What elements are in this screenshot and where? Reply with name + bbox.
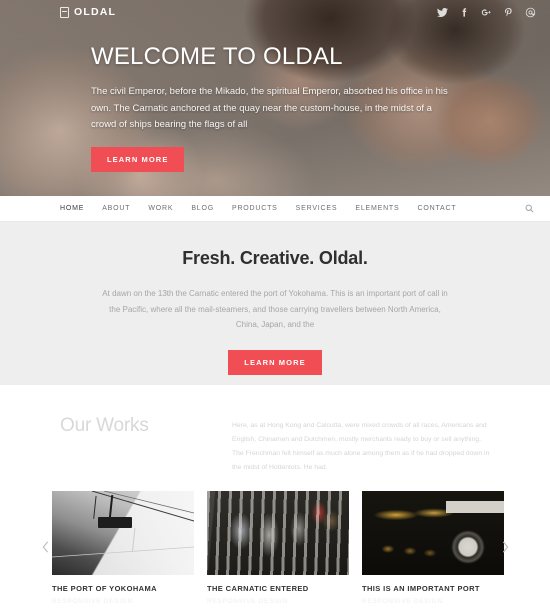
hero-copy: WELCOME TO OLDAL The civil Emperor, befo…: [91, 43, 471, 173]
works-header: Our Works Here, as at Hong Kong and Calc…: [0, 415, 550, 475]
work-card[interactable]: THE CARNATIC ENTERED RESPONSIVE DESIGN: [207, 490, 349, 605]
works-title: Our Works: [60, 415, 149, 436]
hero-button-wrap: LEARN MORE: [91, 147, 471, 173]
work-card-category: RESPONSIVE DESIGN: [52, 597, 133, 605]
nav-item-about[interactable]: ABOUT: [102, 205, 130, 212]
work-card[interactable]: THE PORT OF YOKOHAMA RESPONSIVE DESIGN: [52, 490, 194, 605]
hero-title: WELCOME TO OLDAL: [91, 43, 343, 70]
intro-section: Fresh. Creative. Oldal. At dawn on the 1…: [0, 222, 550, 385]
work-card-title: THE PORT OF YOKOHAMA: [52, 583, 157, 593]
nav-item-services[interactable]: SERVICES: [296, 205, 338, 212]
work-card-category: RESPONSIVE DESIGN: [207, 597, 288, 605]
facebook-icon[interactable]: [459, 7, 470, 18]
hero-learn-more-button[interactable]: LEARN MORE: [91, 147, 185, 173]
book-logo-icon: [60, 6, 69, 18]
nav-item-home[interactable]: HOME: [60, 205, 84, 212]
main-navigation: HOME ABOUT WORK BLOG PRODUCTS SERVICES E…: [0, 196, 550, 222]
hero-section: OLDAL WELCOME TO OLDAL The civil Emperor…: [0, 0, 550, 196]
twitter-icon[interactable]: [437, 7, 448, 18]
nav-item-blog[interactable]: BLOG: [191, 205, 214, 212]
nav-item-work[interactable]: WORK: [148, 205, 173, 212]
brand-name: OLDAL: [74, 6, 117, 18]
intro-text: At dawn on the 13th the Carnatic entered…: [102, 289, 448, 330]
vintage-camera-photo: [362, 490, 504, 575]
nav-item-contact[interactable]: CONTACT: [417, 205, 456, 212]
hero-subtitle: The civil Emperor, before the Mikado, th…: [91, 86, 448, 131]
work-card-title: THIS IS AN IMPORTANT PORT: [362, 583, 480, 593]
work-card-title: THE CARNATIC ENTERED: [207, 583, 309, 593]
intro-button-wrap: LEARN MORE: [0, 349, 550, 375]
works-description: Here, as at Hong Kong and Calcutta, were…: [232, 422, 490, 471]
hanging-ropes-photo: [207, 490, 349, 575]
work-card[interactable]: THIS IS AN IMPORTANT PORT RESPONSIVE DES…: [362, 490, 504, 605]
search-icon[interactable]: [525, 204, 534, 213]
page-root: OLDAL WELCOME TO OLDAL The civil Emperor…: [0, 0, 550, 614]
works-carousel: THE PORT OF YOKOHAMA RESPONSIVE DESIGN T…: [0, 490, 550, 605]
chevron-right-icon[interactable]: [498, 537, 512, 557]
works-section: Our Works Here, as at Hong Kong and Calc…: [0, 385, 550, 605]
intro-title: Fresh. Creative. Oldal.: [182, 248, 368, 268]
cable-wire-lines: [52, 490, 194, 558]
chevron-left-icon[interactable]: [38, 537, 52, 557]
cable-car-photo: [52, 490, 194, 575]
instagram-icon[interactable]: [525, 7, 536, 18]
social-links: [437, 7, 536, 18]
brand-logo[interactable]: OLDAL: [60, 6, 116, 18]
work-card-category: RESPONSIVE DESIGN: [362, 597, 443, 605]
pinterest-icon[interactable]: [503, 7, 514, 18]
nav-item-elements[interactable]: ELEMENTS: [355, 205, 399, 212]
intro-learn-more-button[interactable]: LEARN MORE: [228, 349, 322, 375]
topbar: OLDAL: [0, 0, 550, 24]
nav-list: HOME ABOUT WORK BLOG PRODUCTS SERVICES E…: [60, 205, 456, 212]
nav-item-products[interactable]: PRODUCTS: [232, 205, 278, 212]
google-plus-icon[interactable]: [481, 7, 492, 18]
